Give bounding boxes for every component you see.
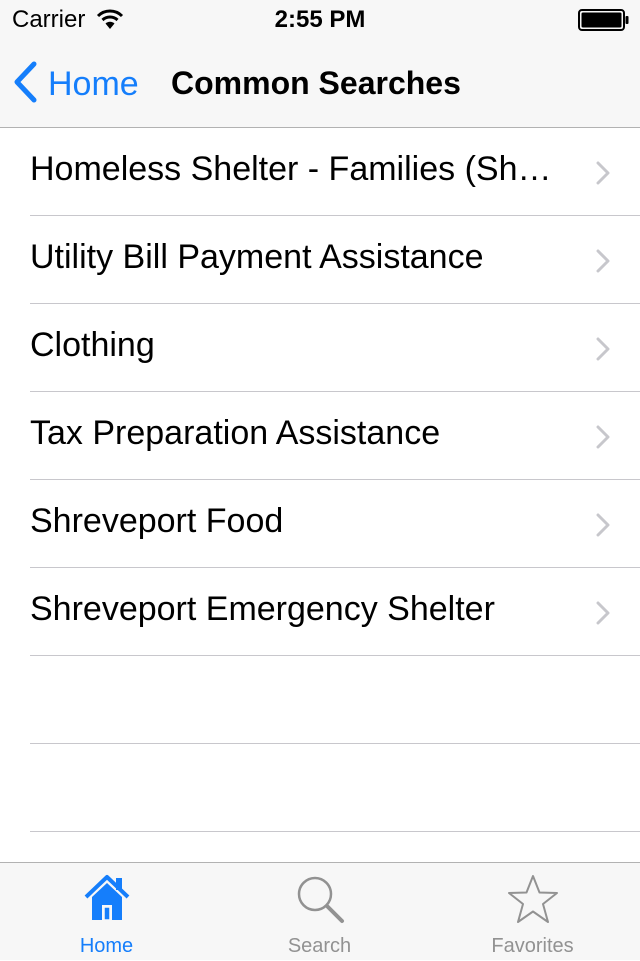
chevron-right-icon <box>596 337 610 366</box>
tab-favorites-label: Favorites <box>491 935 574 957</box>
chevron-right-icon <box>596 601 610 630</box>
empty-row <box>0 744 640 832</box>
list-item-label: Utility Bill Payment Assistance <box>30 238 484 276</box>
tab-home-label: Home <box>79 935 134 957</box>
tab-favorites[interactable]: Favorites <box>426 863 639 961</box>
chevron-right-icon <box>596 249 610 278</box>
tab-bar: Home Search Favorites <box>0 862 640 960</box>
back-button[interactable]: Home <box>12 61 139 108</box>
chevron-right-icon <box>596 161 610 190</box>
list-item[interactable]: Clothing <box>0 304 640 392</box>
tab-search-label: Search <box>287 935 352 957</box>
chevron-right-icon <box>596 425 610 454</box>
back-button-label: Home <box>48 64 139 103</box>
navigation-bar: Home Common Searches <box>0 40 640 128</box>
house-icon <box>83 873 131 928</box>
magnifier-icon <box>294 873 346 930</box>
battery-icon <box>578 9 630 36</box>
page-title: Common Searches <box>171 65 461 101</box>
list-item[interactable]: Shreveport Emergency Shelter <box>0 568 640 656</box>
clock: 2:55 PM <box>274 6 366 33</box>
list-item-label: Homeless Shelter - Families (Shreveport) <box>30 150 560 188</box>
list-item-label: Tax Preparation Assistance <box>30 414 441 452</box>
searches-list: Homeless Shelter - Families (Shreveport)… <box>0 128 640 832</box>
chevron-right-icon <box>596 513 610 542</box>
list-item[interactable]: Tax Preparation Assistance <box>0 392 640 480</box>
empty-row <box>0 656 640 744</box>
chevron-left-icon <box>12 61 38 108</box>
list-item[interactable]: Shreveport Food <box>0 480 640 568</box>
status-bar: Carrier 2:55 PM <box>0 0 640 40</box>
list-item-label: Shreveport Emergency Shelter <box>30 590 495 628</box>
list-item-label: Shreveport Food <box>30 502 284 540</box>
tab-home[interactable]: Home <box>0 863 213 961</box>
header: Carrier 2:55 PM Home Common Searches <box>0 0 640 128</box>
tab-search[interactable]: Search <box>213 863 426 961</box>
list-item[interactable]: Utility Bill Payment Assistance <box>0 216 640 304</box>
list-item-label: Clothing <box>30 326 155 364</box>
list-item[interactable]: Homeless Shelter - Families (Shreveport) <box>0 128 640 216</box>
star-icon <box>505 873 561 932</box>
